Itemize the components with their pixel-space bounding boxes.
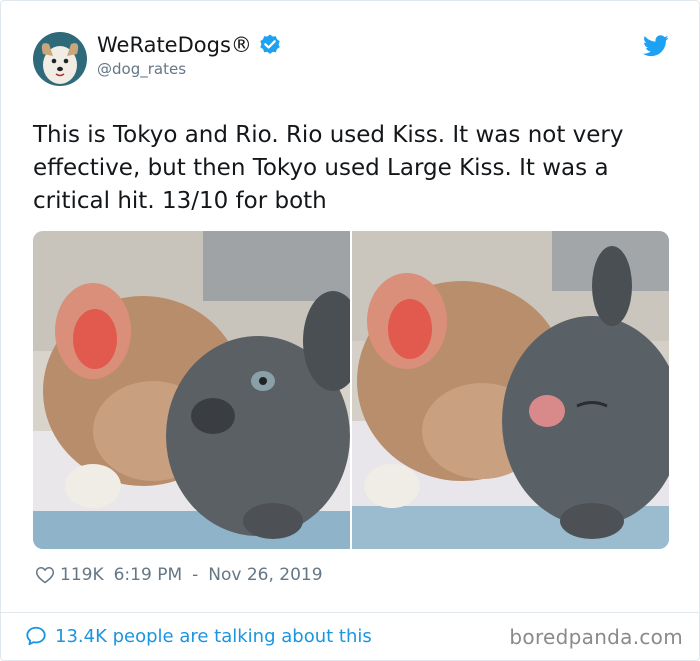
heart-icon[interactable] (35, 565, 55, 585)
tweet-text: This is Tokyo and Rio. Rio used Kiss. It… (33, 122, 624, 214)
tweet-photo-1[interactable] (33, 231, 350, 549)
divider (1, 612, 699, 613)
tweet-card: WeRateDogs® @dog_rates This is Tokyo and… (0, 0, 700, 661)
conversation-text[interactable]: 13.4K people are talking about this (55, 626, 372, 647)
verified-badge-icon (258, 33, 282, 57)
twitter-bird-icon[interactable] (643, 35, 669, 57)
tweet-photo-2[interactable] (352, 231, 669, 549)
author-handle[interactable]: @dog_rates (97, 60, 186, 78)
tweet-date[interactable]: Nov 26, 2019 (208, 565, 322, 585)
avatar[interactable] (33, 32, 87, 86)
tweet-time[interactable]: 6:19 PM (114, 565, 183, 585)
tweet-media[interactable] (33, 231, 669, 549)
watermark-text: boredpanda.com (509, 625, 683, 649)
author-name[interactable]: WeRateDogs® (97, 32, 252, 58)
speech-bubble-icon (25, 625, 47, 647)
meta-separator: - (192, 565, 199, 585)
conversation-link[interactable]: 13.4K people are talking about this (25, 625, 372, 647)
author-name-row[interactable]: WeRateDogs® (97, 32, 282, 58)
like-count[interactable]: 119K (60, 565, 104, 585)
tweet-meta: 119K 6:19 PM - Nov 26, 2019 (35, 563, 323, 587)
